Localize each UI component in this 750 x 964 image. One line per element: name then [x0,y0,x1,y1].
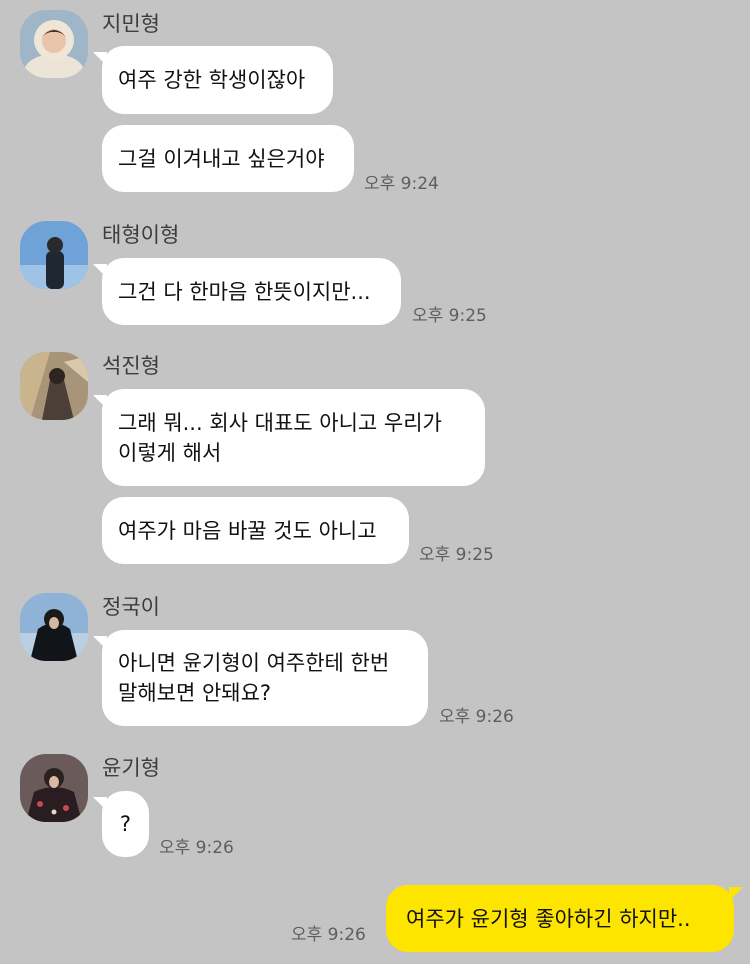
profile-photo-icon [20,593,88,661]
message-time: 오후 9:26 [159,838,234,858]
message-bubble[interactable]: 그걸 이겨내고 싶은거야 [102,125,354,192]
profile-photo-icon [20,221,88,289]
message-time: 오후 9:26 [439,707,514,727]
chat-room: 지민형 여주 강한 학생이잖아 그걸 이겨내고 싶은거야 오후 9:24 태형이… [0,0,750,964]
sender-name: 석진형 [102,354,160,378]
message-bubble[interactable]: 여주가 마음 바꿀 것도 아니고 [102,497,409,564]
avatar-taehyung[interactable] [20,221,88,289]
avatar-jimin[interactable] [20,10,88,78]
message-bubble[interactable]: 그래 뭐... 회사 대표도 아니고 우리가 이렇게 해서 [93,389,485,486]
profile-photo-icon [20,10,88,78]
profile-photo-icon [20,754,88,822]
sender-name: 윤기형 [102,756,160,780]
message-time: 오후 9:24 [364,174,439,194]
message-bubble[interactable]: 아니면 윤기형이 여주한테 한번 말해보면 안돼요? [93,630,428,726]
sender-name: 지민형 [102,12,160,36]
message-bubble[interactable]: ? [93,791,149,857]
message-bubble[interactable]: 여주 강한 학생이잖아 [93,46,333,114]
my-message-bubble[interactable]: 여주가 윤기형 좋아하긴 하지만.. [386,885,743,952]
sender-name: 정국이 [102,595,160,619]
profile-photo-icon [20,352,88,420]
message-time: 오후 9:25 [412,306,487,326]
message-time: 오후 9:25 [419,545,494,565]
avatar-yoongi[interactable] [20,754,88,822]
message-bubble[interactable]: 그건 다 한마음 한뜻이지만... [93,258,401,325]
avatar-seokjin[interactable] [20,352,88,420]
message-time: 오후 9:26 [291,925,366,945]
sender-name: 태형이형 [102,223,180,247]
avatar-jungkook[interactable] [20,593,88,661]
